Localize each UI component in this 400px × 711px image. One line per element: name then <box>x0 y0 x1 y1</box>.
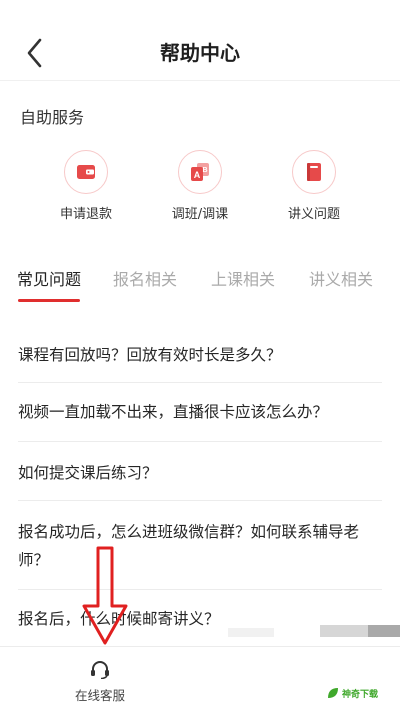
handout-service-label: 讲义问题 <box>287 207 340 222</box>
customer-service-label: 在线客服 <box>74 688 125 703</box>
svg-text:A: A <box>194 170 201 180</box>
tab-enrollment[interactable]: 报名相关 <box>113 266 177 290</box>
watermark-blur <box>228 628 274 637</box>
watermark-blur <box>368 625 400 637</box>
faq-tabs: 常见问题 报名相关 上课相关 讲义相关 <box>0 262 400 304</box>
watermark-leaf-icon <box>328 688 338 698</box>
faq-item[interactable]: 报名成功后，怎么进班级微信群？如何联系辅导老师？ <box>18 518 382 574</box>
self-service-title: 自助服务 <box>20 108 85 127</box>
watermark-text: 神奇下载 <box>342 689 379 700</box>
page-title: 帮助中心 <box>160 41 240 65</box>
headset-icon <box>91 661 109 680</box>
tab-common-questions[interactable]: 常见问题 <box>17 266 81 290</box>
refund-service-label: 申请退款 <box>59 207 112 222</box>
switch-class-service-label: 调班/调课 <box>171 207 229 222</box>
service-icon-circle <box>64 150 108 194</box>
service-icon-circle: A B <box>178 150 222 194</box>
refund-service[interactable]: 申请退款 <box>31 150 141 222</box>
divider <box>18 500 382 501</box>
red-arrow-annotation <box>82 546 128 645</box>
customer-service-button[interactable]: 在线客服 <box>50 659 150 704</box>
handout-service[interactable]: 讲义问题 <box>259 150 369 222</box>
faq-item[interactable]: 视频一直加载不出来，直播很卡应该怎么办？ <box>18 398 382 426</box>
divider <box>18 382 382 383</box>
tab-handout[interactable]: 讲义相关 <box>309 266 373 290</box>
active-tab-indicator <box>18 299 80 302</box>
switch-class-service[interactable]: A B 调班/调课 <box>145 150 255 222</box>
svg-text:B: B <box>202 167 207 174</box>
faq-item[interactable]: 如何提交课后练习？ <box>18 459 382 487</box>
faq-item[interactable]: 课程有回放吗？回放有效时长是多久？ <box>18 341 382 369</box>
watermark-blur <box>320 625 368 637</box>
book-icon <box>307 163 321 181</box>
wallet-icon <box>77 165 95 179</box>
divider <box>18 441 382 442</box>
tab-class[interactable]: 上课相关 <box>211 266 275 290</box>
divider <box>18 589 382 590</box>
bottom-bar: 在线客服 <box>0 646 400 711</box>
switch-class-icon: A B <box>191 163 209 181</box>
watermark-logo: 神奇下载 <box>326 686 378 700</box>
service-icon-circle <box>292 150 336 194</box>
header-bar: 帮助中心 <box>0 0 400 81</box>
